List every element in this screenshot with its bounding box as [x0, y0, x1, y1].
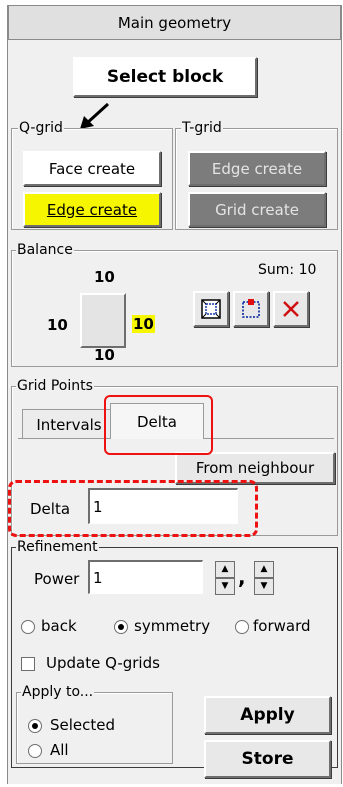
grid-points-legend: Grid Points [16, 378, 94, 394]
store-button[interactable]: Store [204, 740, 331, 778]
panel-title-bar: Main geometry [8, 5, 341, 40]
tgrid-grid-create-button[interactable]: Grid create [188, 192, 326, 227]
tab-intervals[interactable]: Intervals [22, 409, 116, 439]
power2-spin-up-icon[interactable]: ▲ [254, 561, 274, 578]
delta-field-highlight [8, 480, 258, 537]
refinement-legend: Refinement [16, 539, 99, 555]
arrow-pointer-icon [80, 102, 110, 129]
radio-symmetry-label: symmetry [134, 617, 211, 635]
qgrid-legend: Q-grid [18, 120, 64, 136]
radio-symmetry[interactable] [114, 620, 128, 634]
radio-back[interactable] [21, 620, 35, 634]
power-comma: , [238, 565, 246, 589]
tgrid-legend: T-grid [181, 120, 223, 136]
balance-right-value: 10 [132, 315, 155, 333]
power-spinner[interactable]: ▲ ▼ [215, 561, 235, 595]
balance-block-preview[interactable] [80, 293, 126, 348]
power-spin-down-icon[interactable]: ▼ [215, 578, 235, 595]
radio-selected-label: Selected [50, 716, 116, 734]
delta-tab-highlight [104, 395, 213, 455]
balance-auto-button[interactable] [193, 291, 229, 327]
close-x-icon [283, 301, 299, 317]
apply-button[interactable]: Apply [204, 696, 331, 734]
radio-back-label: back [41, 617, 77, 635]
balance-left-value: 10 [47, 316, 68, 334]
panel-title: Main geometry [117, 13, 232, 32]
balance-clear-button[interactable] [273, 291, 309, 327]
radio-all-label: All [50, 741, 69, 759]
power-spin-up-icon[interactable]: ▲ [215, 561, 235, 578]
qgrid-face-create-button[interactable]: Face create [23, 151, 161, 186]
radio-forward-label: forward [253, 617, 311, 635]
power-label: Power [34, 570, 80, 588]
update-qgrids-label: Update Q-grids [46, 654, 160, 672]
balance-sum: Sum: 10 [258, 262, 317, 278]
apply-to-legend: Apply to... [21, 684, 95, 700]
balance-bottom-value: 10 [94, 346, 115, 364]
balance-top-value: 10 [94, 268, 115, 286]
power-input[interactable]: 1 [88, 560, 203, 594]
balance-legend: Balance [16, 242, 74, 258]
radio-forward[interactable] [235, 620, 249, 634]
balance-grid-icon [201, 299, 221, 319]
balance-select-vertex-button[interactable] [233, 291, 269, 327]
select-vertex-icon [242, 299, 260, 318]
radio-all[interactable] [28, 744, 42, 758]
select-block-button[interactable]: Select block [73, 57, 257, 97]
power2-spin-down-icon[interactable]: ▼ [254, 578, 274, 595]
qgrid-edge-create-button[interactable]: Edge create [23, 192, 161, 227]
tgrid-edge-create-button[interactable]: Edge create [188, 151, 326, 186]
main-geometry-panel: Main geometry Select block Q-grid Face c… [7, 5, 342, 784]
update-qgrids-checkbox[interactable] [21, 657, 35, 671]
radio-selected[interactable] [28, 719, 42, 733]
power-second-spinner[interactable]: ▲ ▼ [254, 561, 274, 595]
